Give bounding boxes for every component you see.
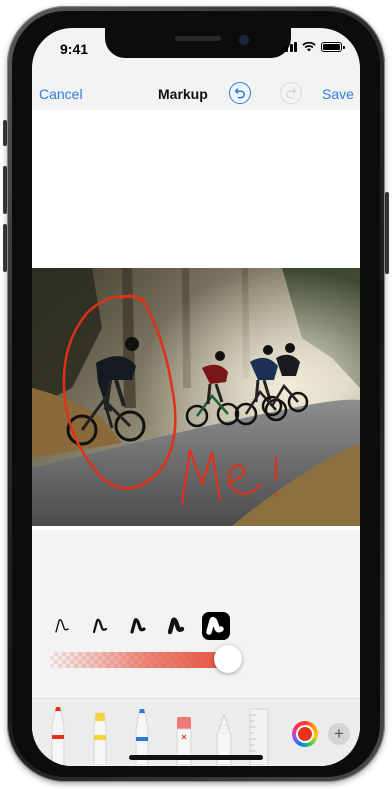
stroke-thick-icon — [167, 617, 185, 635]
undo-icon — [234, 88, 245, 99]
markup-canvas[interactable] — [32, 110, 360, 530]
highlighter-tool[interactable] — [88, 711, 112, 765]
wifi-icon — [302, 42, 316, 52]
notch — [105, 28, 291, 58]
cancel-button[interactable]: Cancel — [39, 86, 83, 102]
opacity-slider-track[interactable] — [50, 652, 228, 668]
stroke-option-medium[interactable] — [126, 612, 154, 640]
color-picker-button[interactable] — [292, 721, 318, 747]
power-button — [385, 192, 389, 274]
pen-tool[interactable] — [46, 707, 70, 765]
markup-tools-panel: + — [32, 530, 360, 766]
front-camera — [239, 35, 249, 45]
stroke-option-thin[interactable] — [50, 612, 78, 640]
cellular-signal-icon — [280, 42, 297, 52]
battery-icon — [321, 42, 345, 52]
stroke-thickest-icon — [206, 616, 224, 635]
redo-icon — [286, 88, 297, 99]
opacity-slider-thumb[interactable] — [214, 645, 242, 673]
stroke-medium-thin-icon — [92, 618, 108, 634]
plus-icon: + — [334, 724, 344, 743]
screen: 9:41 Cancel Markup Save + — [32, 28, 360, 766]
stroke-option-thick[interactable] — [164, 612, 192, 640]
stroke-option-thickest[interactable] — [202, 612, 230, 640]
undo-button[interactable] — [229, 82, 251, 104]
home-indicator[interactable] — [129, 755, 263, 760]
status-time: 9:41 — [60, 41, 89, 57]
cyclists-photo[interactable] — [32, 268, 360, 526]
add-button[interactable]: + — [328, 723, 350, 745]
stroke-width-options — [50, 612, 250, 640]
selected-color-swatch — [298, 727, 312, 741]
stroke-thin-icon — [55, 619, 69, 633]
stroke-medium-icon — [130, 618, 146, 634]
stroke-option-medium-thin[interactable] — [88, 612, 116, 640]
save-button[interactable]: Save — [322, 86, 354, 102]
status-icons — [280, 42, 345, 52]
redo-button[interactable] — [280, 82, 302, 104]
speaker — [175, 36, 221, 41]
page-title: Markup — [158, 86, 208, 102]
